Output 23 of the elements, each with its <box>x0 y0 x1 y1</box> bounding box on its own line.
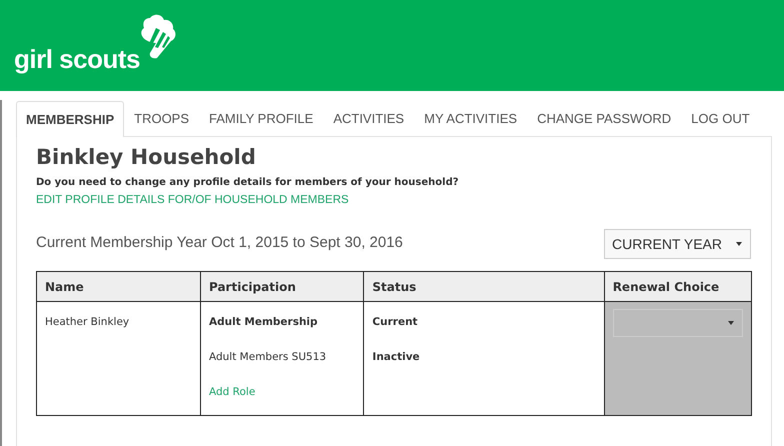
name-cell: Heather Binkley <box>36 302 200 416</box>
status-text: Inactive <box>372 351 421 363</box>
nav-tab[interactable]: CHANGE PASSWORD <box>527 100 682 136</box>
column-header: Participation <box>200 272 364 302</box>
caret-icon <box>728 321 734 325</box>
profile-question: Do you need to change any profile details for members of your household? <box>36 177 460 188</box>
nav-tab[interactable]: LOG OUT <box>681 100 760 136</box>
column-header: Status <box>364 272 604 302</box>
nav-tab[interactable]: ACTIVITIES <box>323 100 414 136</box>
caret-icon <box>736 242 742 246</box>
column-header: Name <box>36 272 200 302</box>
status-text: Current <box>372 316 419 328</box>
household-title: Binkley Household <box>36 144 257 171</box>
year-select[interactable]: CURRENT YEAR <box>604 229 751 259</box>
nav-tab[interactable]: TROOPS <box>124 100 200 136</box>
membership-year-text: Current Membership Year Oct 1, 2015 to Sept 30, 2016 <box>36 234 403 250</box>
column-header: Renewal Choice <box>604 272 752 302</box>
participation-text: Adult Membership <box>208 316 319 328</box>
logo-text: girl scouts <box>14 46 140 74</box>
participation-text: Adult Members SU513 <box>208 351 328 363</box>
nav-tab[interactable]: MEMBERSHIP <box>16 101 124 137</box>
nav-tab[interactable]: FAMILY PROFILE <box>199 100 324 136</box>
nav-tab[interactable]: MY ACTIVITIES <box>414 100 528 136</box>
